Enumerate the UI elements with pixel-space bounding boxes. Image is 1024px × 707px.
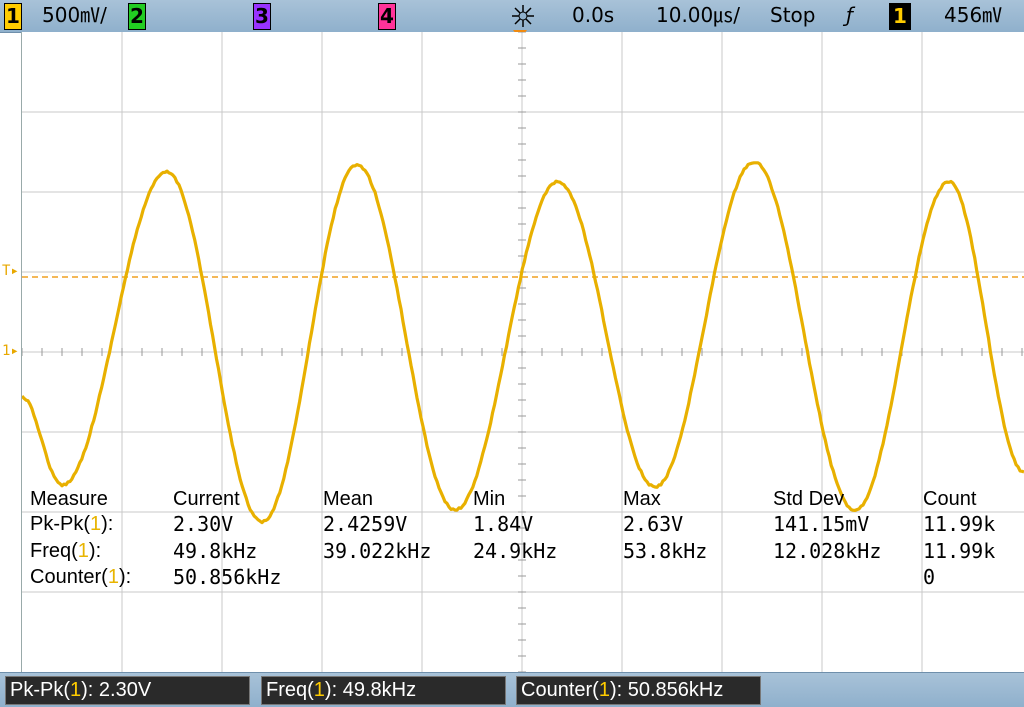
measurement-readout-pk-pk[interactable]: Pk-Pk(1): 2.30V (5, 676, 250, 705)
table-cell: 11.99k (923, 512, 996, 536)
header-current: Current (173, 488, 240, 510)
row-label-prefix: Counter( (30, 566, 108, 588)
table-cell: 141.15mV (773, 512, 870, 536)
row-label-source: 1 (90, 513, 102, 535)
table-row-label: Counter(1): (30, 565, 131, 589)
readout-prefix: Counter( (521, 679, 599, 701)
channel-1-scale: 500㎷/ (42, 3, 107, 27)
channel-2-button[interactable]: 2 (128, 3, 146, 30)
header-count: Count (923, 488, 977, 510)
row-label-prefix: Pk-Pk( (30, 513, 90, 535)
top-status-bar: 1 500㎷/ 2 3 4 0.0s 10.00㎲/ Stop ƒ 1 456㎷ (0, 0, 1024, 39)
table-cell: 50.856kHz (173, 565, 282, 589)
table-cell: 24.9kHz (473, 539, 558, 563)
header-std-dev: Std Dev (773, 488, 845, 510)
channel-1-number: 1 (6, 4, 20, 28)
timebase-value: 10.00㎲/ (656, 3, 740, 27)
row-label-suffix: ): (101, 513, 114, 535)
table-cell: 53.8kHz (623, 539, 708, 563)
table-cell: 1.84V (473, 512, 534, 536)
channel-1-ground-arrow-icon: ▸ (10, 343, 19, 359)
readout-source: 1 (598, 679, 610, 701)
readout-source: 1 (313, 679, 325, 701)
horizontal-delay-icon (510, 3, 536, 29)
horizontal-delay-value: 0.0s (572, 3, 615, 27)
measurement-readout-counter[interactable]: Counter(1): 50.856kHz (516, 676, 761, 705)
bottom-measurement-bar: Pk-Pk(1): 2.30V Freq(1): 49.8kHz Counter… (0, 672, 1024, 707)
table-cell: 2.30V (173, 512, 234, 536)
trigger-slope-icon: ƒ (846, 3, 854, 27)
trigger-source-number: 1 (893, 4, 907, 28)
row-label-suffix: ): (118, 566, 132, 588)
channel-3-number: 3 (255, 4, 269, 28)
row-label-source: 1 (107, 566, 119, 588)
channel-1-button[interactable]: 1 (4, 3, 22, 30)
readout-suffix: ): 49.8kHz (324, 679, 417, 701)
readout-prefix: Pk-Pk( (10, 679, 70, 701)
row-label-prefix: Freq( (30, 540, 78, 562)
table-cell: 11.99k (923, 539, 996, 563)
header-mean: Mean (323, 488, 374, 510)
readout-label: Freq(1): 49.8kHz (266, 677, 416, 704)
readout-prefix: Freq( (266, 679, 314, 701)
channel-2-number: 2 (130, 4, 144, 28)
table-cell: 49.8kHz (173, 539, 258, 563)
trigger-level-value: 456㎷ (944, 3, 1003, 27)
channel-1-ground-marker: 1▸ (2, 343, 19, 359)
table-cell: 2.4259V (323, 512, 408, 536)
measurement-readout-freq[interactable]: Freq(1): 49.8kHz (261, 676, 506, 705)
readout-label: Pk-Pk(1): 2.30V (10, 677, 151, 704)
readout-suffix: ): 50.856kHz (609, 679, 724, 701)
trigger-level-arrow-icon: ▸ (10, 263, 19, 279)
table-cell: 39.022kHz (323, 539, 432, 563)
table-cell: 0 (923, 565, 936, 589)
row-label-suffix: ): (88, 540, 102, 562)
header-min: Min (473, 488, 506, 510)
readout-label: Counter(1): 50.856kHz (521, 677, 723, 704)
readout-source: 1 (70, 679, 82, 701)
channel-4-number: 4 (380, 4, 394, 28)
channel-4-button[interactable]: 4 (378, 3, 396, 30)
acquisition-run-state[interactable]: Stop (770, 2, 815, 28)
readout-suffix: ): 2.30V (81, 679, 152, 701)
table-row-label: Freq(1): (30, 539, 101, 563)
channel-1-waveform (22, 161, 1024, 525)
trigger-source-badge[interactable]: 1 (889, 3, 911, 30)
trigger-level-marker: T▸ (2, 263, 19, 279)
waveform-display[interactable] (21, 32, 1024, 672)
table-row-label: Pk-Pk(1): (30, 512, 113, 536)
header-max: Max (623, 488, 661, 510)
channel-3-button[interactable]: 3 (253, 3, 271, 30)
row-label-source: 1 (77, 540, 89, 562)
table-cell: 12.028kHz (773, 539, 882, 563)
header-measure: Measure (30, 488, 108, 510)
table-cell: 2.63V (623, 512, 684, 536)
